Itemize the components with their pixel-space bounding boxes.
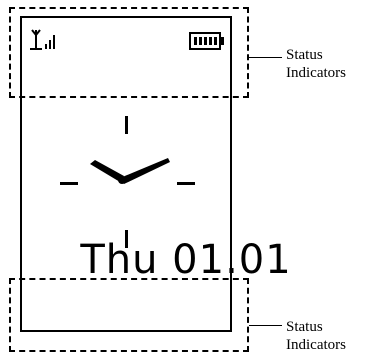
date-display: Thu 01.01: [80, 237, 292, 283]
top-callout-line: [249, 57, 282, 58]
minute-hand: [120, 158, 170, 184]
bottom-callout-label: Status Indicators: [286, 319, 346, 353]
clock-mark-3: [177, 182, 195, 185]
top-callout-label: Status Indicators: [286, 47, 346, 81]
clock-center: [118, 176, 126, 184]
clock-mark-9: [60, 182, 78, 185]
top-status-region: [9, 7, 249, 98]
clock-mark-12: [125, 116, 128, 134]
analog-clock: [60, 116, 195, 248]
bottom-status-region: [9, 278, 249, 352]
bottom-callout-line: [249, 325, 282, 326]
